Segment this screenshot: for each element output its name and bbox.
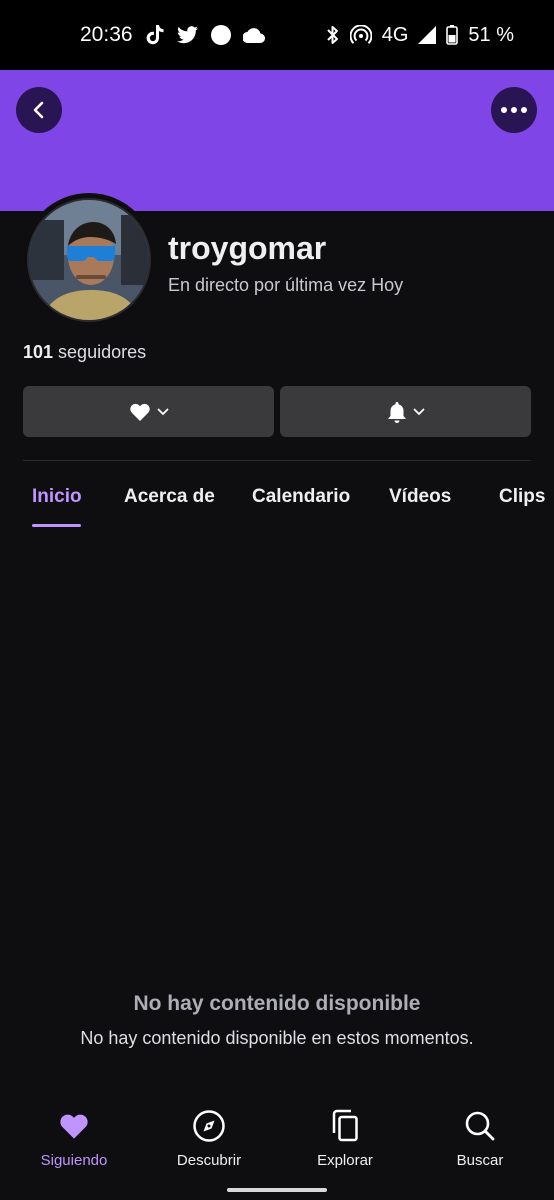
chevron-down-icon <box>157 408 168 415</box>
compass-icon <box>192 1108 226 1144</box>
nav-label: Descubrir <box>176 1152 242 1169</box>
tab-calendario[interactable]: Calendario <box>252 486 350 508</box>
nav-label: Buscar <box>456 1152 504 1169</box>
network-type: 4G <box>381 23 409 46</box>
followers-label: seguidores <box>53 342 147 362</box>
status-bar: 20:36 4G 51 % <box>0 0 554 70</box>
avatar-container <box>22 193 156 327</box>
followers-count: 101 seguidores <box>23 342 146 363</box>
bottom-navigation: Siguiendo Descubrir Explorar Buscar <box>0 1100 554 1200</box>
channel-username: troygomar <box>168 230 327 266</box>
nav-explorar[interactable]: Explorar <box>290 1108 400 1169</box>
more-horizontal-icon <box>501 107 527 113</box>
tab-clips[interactable]: Clips <box>499 486 545 508</box>
back-button[interactable] <box>16 87 62 133</box>
nav-descubrir[interactable]: Descubrir <box>154 1108 264 1169</box>
status-left: 20:36 <box>80 23 265 47</box>
twitter-icon <box>176 26 199 44</box>
nav-label: Explorar <box>317 1152 373 1169</box>
status-right: 4G 51 % <box>326 24 514 47</box>
battery-level: 51 % <box>468 23 514 46</box>
tab-videos[interactable]: Vídeos <box>389 486 451 508</box>
bell-icon <box>387 401 406 423</box>
empty-state-title: No hay contenido disponible <box>133 992 421 1015</box>
bluetooth-icon <box>326 25 340 45</box>
follow-button[interactable] <box>23 386 274 437</box>
last-live-status: En directo por última vez Hoy <box>168 275 404 295</box>
search-icon <box>464 1108 496 1144</box>
signal-icon <box>418 26 437 44</box>
avatar[interactable] <box>27 198 151 322</box>
copy-icon <box>330 1108 360 1144</box>
heart-icon <box>129 403 150 421</box>
home-indicator[interactable] <box>227 1188 327 1192</box>
circle-notification-icon <box>210 25 231 45</box>
tiktok-icon <box>145 24 165 46</box>
followers-number: 101 <box>23 342 54 362</box>
tab-acerca-de[interactable]: Acerca de <box>124 486 215 508</box>
heart-icon <box>58 1108 90 1144</box>
battery-icon <box>446 25 459 45</box>
divider <box>23 460 531 461</box>
channel-tabs: Inicio Acerca de Calendario Vídeos Clips <box>0 478 554 530</box>
nav-siguiendo[interactable]: Siguiendo <box>19 1108 129 1169</box>
tab-inicio[interactable]: Inicio <box>32 486 82 508</box>
nav-label: Siguiendo <box>40 1152 108 1169</box>
more-options-button[interactable] <box>491 87 537 133</box>
profile-banner <box>0 70 554 211</box>
nav-buscar[interactable]: Buscar <box>425 1108 535 1169</box>
notifications-button[interactable] <box>280 386 531 437</box>
chevron-down-icon <box>413 408 424 415</box>
status-time: 20:36 <box>80 23 133 46</box>
cloud-icon <box>242 27 265 43</box>
empty-state-subtitle: No hay contenido disponible en estos mom… <box>80 1028 474 1048</box>
active-tab-indicator <box>32 524 81 527</box>
chevron-left-icon <box>33 101 44 119</box>
avatar-photo <box>29 200 149 320</box>
hotspot-icon <box>349 25 372 45</box>
screen: 20:36 4G 51 % troygomar En directo por ú… <box>0 0 554 1200</box>
